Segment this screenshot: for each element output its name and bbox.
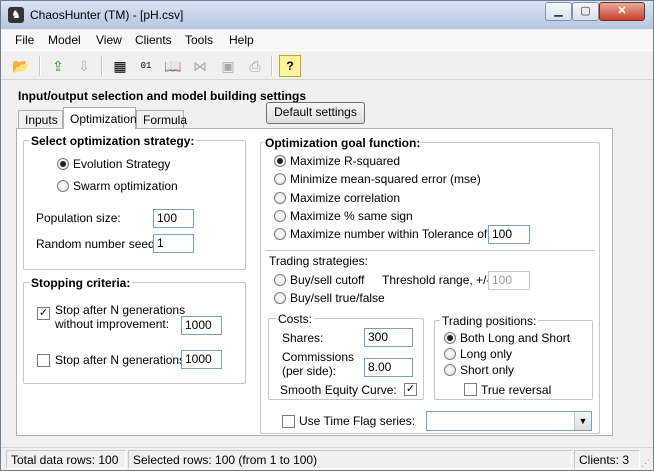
print-disabled-icon: ⎙ — [249, 57, 261, 74]
maximize-within-tolerance-label: Maximize number within Tolerance of: — [290, 227, 491, 241]
smooth-equity-checkbox[interactable]: ✓ — [404, 383, 417, 396]
status-clients: Clients: 3 — [574, 450, 640, 469]
time-flag-checkbox[interactable] — [282, 415, 295, 428]
app-icon[interactable]: ♞ — [8, 7, 24, 23]
binary-icon[interactable]: 01 — [135, 55, 157, 77]
shares-input[interactable]: 300 — [364, 328, 413, 347]
radio-evolution-strategy[interactable] — [57, 158, 69, 170]
commissions-label-1: Commissions — [282, 350, 355, 364]
maximize-same-sign-label: Maximize % same sign — [290, 209, 413, 223]
stop-no-improvement-label-2: without improvement: — [55, 317, 170, 331]
radio-swarm-optimization[interactable] — [57, 180, 69, 192]
time-flag-label: Use Time Flag series: — [299, 414, 416, 428]
section-title: Input/output selection and model buildin… — [18, 89, 306, 103]
download-disabled-icon: ⇩ — [78, 57, 90, 74]
radio-both-long-short[interactable] — [444, 332, 456, 344]
buy-sell-true-false-label: Buy/sell true/false — [290, 291, 385, 305]
table-icon[interactable]: ▦ — [109, 55, 131, 77]
goal-divider — [265, 250, 595, 251]
close-button[interactable]: ✕ — [599, 2, 645, 21]
tab-formula[interactable]: Formula — [136, 110, 187, 128]
resize-grip-icon[interactable]: ⋰ — [641, 458, 650, 469]
evolution-strategy-label: Evolution Strategy — [73, 157, 171, 171]
true-reversal-label: True reversal — [481, 383, 552, 397]
menu-tools[interactable]: Tools — [185, 33, 213, 47]
status-total-rows: Total data rows: 100 — [6, 450, 126, 469]
maximize-button[interactable]: ▢ — [572, 2, 599, 21]
radio-buy-sell-true-false[interactable] — [274, 292, 286, 304]
title-bar[interactable]: ♞ ChaosHunter (TM) - [pH.csv] ▁ ▢ ✕ — [1, 1, 653, 29]
population-size-input[interactable]: 100 — [153, 209, 194, 228]
radio-maximize-same-sign[interactable] — [274, 210, 286, 222]
open-folder-icon[interactable]: 📂 — [10, 55, 32, 77]
tab-inputs[interactable]: Inputs — [18, 110, 63, 128]
threshold-range-label: Threshold range, +/- — [382, 273, 491, 287]
save-disabled-icon: ▣ — [221, 57, 235, 74]
stop-no-improvement-input[interactable]: 1000 — [181, 316, 222, 335]
radio-maximize-within-tolerance[interactable] — [274, 228, 286, 240]
menu-file[interactable]: File — [15, 33, 34, 47]
commissions-label-2: (per side): — [282, 364, 337, 378]
stopping-title: Stopping criteria: — [29, 276, 133, 290]
toolbar: 📂 ⇪ ⇩ ▦ 01 📖 ⋈ ▣ ⎙ ? — [1, 50, 653, 80]
menu-bar: File Model View Clients Tools Help — [1, 30, 653, 50]
menu-view[interactable]: View — [96, 33, 122, 47]
random-seed-label: Random number seed: — [36, 237, 159, 251]
maximize-r-squared-label: Maximize R-squared — [290, 154, 401, 168]
trading-strategies-title: Trading strategies: — [269, 254, 368, 268]
network-disabled-icon: ⋈ — [193, 57, 207, 74]
costs-title: Costs: — [276, 312, 315, 326]
buy-sell-cutoff-label: Buy/sell cutoff — [290, 273, 365, 287]
threshold-range-input[interactable]: 100 — [488, 271, 530, 290]
stop-generations-checkbox[interactable] — [37, 354, 50, 367]
radio-short-only[interactable] — [444, 364, 456, 376]
commissions-input[interactable]: 8.00 — [364, 358, 413, 377]
window-title: ChaosHunter (TM) - [pH.csv] — [30, 8, 184, 22]
minimize-mse-label: Minimize mean-squared error (mse) — [290, 172, 481, 186]
time-flag-select[interactable]: ▼ — [426, 411, 592, 431]
radio-maximize-r-squared[interactable] — [274, 155, 286, 167]
radio-buy-sell-cutoff[interactable] — [274, 274, 286, 286]
book-icon[interactable]: 📖 — [162, 55, 184, 77]
long-only-label: Long only — [460, 347, 513, 361]
default-settings-button[interactable]: Default settings — [266, 102, 365, 124]
trading-positions-title: Trading positions: — [440, 314, 539, 328]
stop-no-improvement-checkbox[interactable]: ✓ — [37, 307, 50, 320]
true-reversal-checkbox[interactable] — [464, 383, 477, 396]
radio-minimize-mse[interactable] — [274, 173, 286, 185]
tab-optimization[interactable]: Optimization — [63, 107, 137, 129]
status-bar: Total data rows: 100 Selected rows: 100 … — [1, 447, 653, 470]
shares-label: Shares: — [282, 331, 324, 345]
menu-model[interactable]: Model — [48, 33, 81, 47]
swarm-optimization-label: Swarm optimization — [73, 179, 178, 193]
strategy-title: Select optimization strategy: — [29, 134, 197, 148]
toolbar-separator — [101, 56, 103, 76]
goal-title: Optimization goal function: — [263, 136, 423, 150]
radio-maximize-correlation[interactable] — [274, 192, 286, 204]
stop-generations-input[interactable]: 1000 — [181, 350, 222, 369]
radio-long-only[interactable] — [444, 348, 456, 360]
stop-generations-label: Stop after N generations: — [55, 353, 189, 367]
toolbar-separator — [39, 56, 41, 76]
tolerance-input[interactable]: 100 — [488, 225, 530, 244]
menu-help[interactable]: Help — [229, 33, 254, 47]
status-selected-rows: Selected rows: 100 (from 1 to 100) — [128, 450, 572, 469]
toolbar-separator — [271, 56, 273, 76]
app-window: ♞ ChaosHunter (TM) - [pH.csv] ▁ ▢ ✕ File… — [0, 0, 654, 471]
upload-icon[interactable]: ⇪ — [47, 55, 69, 77]
help-icon[interactable]: ? — [279, 55, 301, 77]
smooth-equity-label: Smooth Equity Curve: — [280, 383, 397, 397]
chevron-down-icon[interactable]: ▼ — [574, 412, 591, 430]
minimize-button[interactable]: ▁ — [545, 2, 572, 21]
both-long-short-label: Both Long and Short — [460, 331, 571, 345]
short-only-label: Short only — [460, 363, 515, 377]
maximize-correlation-label: Maximize correlation — [290, 191, 401, 205]
menu-clients[interactable]: Clients — [135, 33, 172, 47]
stop-no-improvement-label-1: Stop after N generations — [55, 303, 186, 317]
population-size-label: Population size: — [36, 211, 121, 225]
random-seed-input[interactable]: 1 — [153, 234, 194, 253]
